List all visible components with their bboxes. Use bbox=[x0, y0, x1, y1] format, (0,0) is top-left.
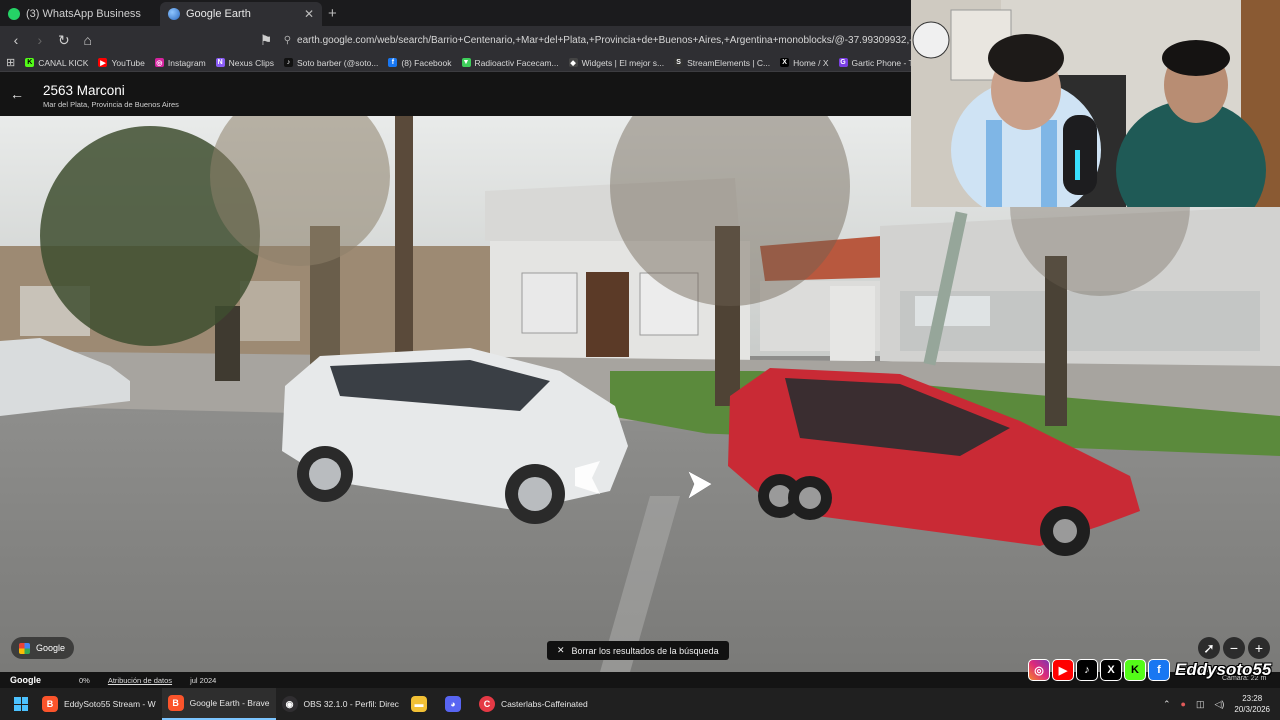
bookmark-soto-barber[interactable]: ♪ Soto barber (@soto... bbox=[284, 58, 378, 68]
social-overlay: ◎ ▶ ♪ X K f Eddysoto55 bbox=[1028, 658, 1271, 682]
bookmark-canal-kick[interactable]: K CANAL KICK bbox=[25, 58, 88, 68]
tab-label: (3) WhatsApp Business bbox=[26, 8, 141, 20]
tab-whatsapp[interactable]: (3) WhatsApp Business bbox=[0, 2, 160, 26]
clock[interactable]: 23:28 20/3/2026 bbox=[1234, 693, 1270, 715]
windows-logo-icon bbox=[14, 697, 28, 711]
streamer-handle: Eddysoto55 bbox=[1175, 660, 1272, 679]
radioactiv-icon: ▼ bbox=[461, 58, 471, 67]
earth-header: ← 2563 Marconi Mar del Plata, Provincia … bbox=[0, 72, 911, 116]
compass-icon[interactable]: ➚ bbox=[1198, 637, 1220, 659]
bookmarks-bar: ⊞ K CANAL KICK ▶ YouTube ◎ Instagram N Nexus… bbox=[0, 54, 911, 72]
brave-icon: B bbox=[42, 696, 58, 712]
kick-icon: K bbox=[1124, 659, 1146, 681]
place-title: 2563 Marconi bbox=[43, 83, 125, 98]
bookmark-nexus-clips[interactable]: N Nexus Clips bbox=[215, 58, 274, 68]
tab-bar: (3) WhatsApp Business Google Earth ✕ + bbox=[0, 0, 911, 26]
whatsapp-icon bbox=[8, 8, 20, 20]
bookmark-home-x[interactable]: X Home / X bbox=[780, 58, 829, 68]
taskbar-item-discord[interactable]: ◕ bbox=[439, 688, 473, 720]
taskbar-item-eddysoto-stream[interactable]: B EddySoto55 Stream - W bbox=[36, 688, 162, 720]
system-tray: ⌃ ● ◫ ◁) 23:28 20/3/2026 bbox=[1163, 688, 1270, 720]
bookmark-instagram[interactable]: ◎ Instagram bbox=[154, 58, 206, 68]
bookmark-widgets[interactable]: ◆ Widgets | El mejor s... bbox=[568, 58, 664, 68]
bookmark-icon[interactable]: ⚑ bbox=[256, 30, 276, 50]
home-button[interactable]: ⌂ bbox=[78, 30, 98, 50]
back-button[interactable]: ‹ bbox=[6, 30, 26, 50]
reload-button[interactable]: ↻ bbox=[54, 30, 74, 50]
folder-icon: ▬ bbox=[410, 696, 427, 712]
zoom-in-button[interactable]: + bbox=[1248, 637, 1270, 659]
google-earth-icon bbox=[168, 8, 180, 20]
webcam-overlay bbox=[911, 0, 1280, 207]
close-tab-icon[interactable]: ✕ bbox=[304, 7, 314, 21]
volume-icon[interactable]: ◁) bbox=[1214, 699, 1224, 710]
zoom-controls: ➚ − + bbox=[1198, 637, 1270, 659]
tab-google-earth[interactable]: Google Earth ✕ bbox=[160, 2, 322, 26]
forward-button[interactable]: › bbox=[30, 30, 50, 50]
clear-search-label: Borrar los resultados de la búsqueda bbox=[571, 645, 719, 656]
youtube-icon: ▶ bbox=[1052, 659, 1074, 681]
facebook-icon: f bbox=[1148, 659, 1170, 681]
x-icon: X bbox=[780, 58, 790, 67]
widgets-icon: ◆ bbox=[568, 58, 578, 67]
streamelements-icon: S bbox=[674, 58, 684, 67]
tiktok-icon: ♪ bbox=[284, 58, 294, 67]
start-button[interactable] bbox=[6, 688, 36, 720]
webcam-image bbox=[911, 0, 1280, 207]
google-logo-icon bbox=[19, 642, 30, 654]
clock-time: 23:28 bbox=[1242, 694, 1263, 703]
url-text: earth.google.com/web/search/Barrio+Cente… bbox=[297, 34, 912, 46]
gartic-phone-icon: G bbox=[838, 58, 848, 67]
close-icon: ✕ bbox=[557, 645, 565, 655]
x-icon: X bbox=[1100, 659, 1122, 681]
apps-icon[interactable]: ⊞ bbox=[6, 56, 15, 69]
taskbar-item-file-explorer[interactable]: ▬ bbox=[405, 688, 439, 720]
bookmark-streamelements[interactable]: S StreamElements | C... bbox=[674, 58, 770, 68]
bookmark-youtube[interactable]: ▶ YouTube bbox=[98, 58, 145, 68]
kick-icon: K bbox=[25, 58, 35, 67]
chevron-up-icon[interactable]: ⌃ bbox=[1163, 699, 1171, 710]
bookmark-radioactiv[interactable]: ▼ Radioactiv Facecam... bbox=[461, 58, 559, 68]
loading-percent: 0% bbox=[79, 675, 90, 685]
tiktok-icon: ♪ bbox=[1076, 659, 1098, 681]
discord-icon: ◕ bbox=[444, 696, 461, 712]
data-attribution-link[interactable]: Atribución de datos bbox=[108, 676, 172, 685]
back-arrow-icon[interactable]: ← bbox=[10, 86, 24, 102]
bookmark-facebook[interactable]: f (8) Facebook bbox=[388, 58, 452, 68]
instagram-icon: ◎ bbox=[1028, 659, 1050, 681]
site-info-icon[interactable]: ⚲ bbox=[284, 35, 291, 46]
bookmark-gartic-phone[interactable]: GGartic Phone - Tele... bbox=[838, 58, 911, 68]
url-field[interactable]: ⚲ earth.google.com/web/search/Barrio+Cen… bbox=[284, 35, 911, 46]
address-bar: ‹ › ↻ ⌂ ⚑ ⚲ earth.google.com/web/search/… bbox=[0, 26, 911, 54]
network-icon[interactable]: ◫ bbox=[1196, 699, 1205, 710]
nexus-clips-icon: N bbox=[215, 58, 225, 67]
obs-icon: ◉ bbox=[281, 696, 298, 712]
facebook-icon: f bbox=[388, 58, 398, 67]
taskbar: B EddySoto55 Stream - W B Google Earth -… bbox=[0, 688, 1280, 720]
clear-search-button[interactable]: ✕ Borrar los resultados de la búsqueda bbox=[547, 641, 729, 660]
taskbar-item-casterlabs[interactable]: C Casterlabs-Caffeinated bbox=[473, 688, 594, 720]
clock-date: 20/3/2026 bbox=[1234, 705, 1270, 714]
brave-icon: B bbox=[167, 695, 184, 711]
zoom-out-button[interactable]: − bbox=[1223, 637, 1245, 659]
taskbar-item-obs[interactable]: ◉ OBS 32.1.0 - Perfil: Direc bbox=[276, 688, 405, 720]
instagram-icon: ◎ bbox=[154, 58, 164, 67]
google-footer-logo: Google bbox=[10, 675, 41, 685]
google-button-label: Google bbox=[36, 643, 66, 653]
youtube-icon: ▶ bbox=[98, 58, 108, 67]
imagery-date: jul 2024 bbox=[190, 675, 217, 685]
casterlabs-icon: C bbox=[478, 696, 495, 712]
microphone-icon[interactable]: ● bbox=[1181, 699, 1186, 709]
new-tab-button[interactable]: + bbox=[328, 5, 337, 22]
taskbar-item-google-earth[interactable]: B Google Earth - Brave bbox=[161, 688, 276, 720]
place-subtitle: Mar del Plata, Provincia de Buenos Aires bbox=[43, 100, 179, 109]
tab-label: Google Earth bbox=[186, 8, 251, 20]
google-view-button[interactable]: Google bbox=[11, 637, 74, 659]
